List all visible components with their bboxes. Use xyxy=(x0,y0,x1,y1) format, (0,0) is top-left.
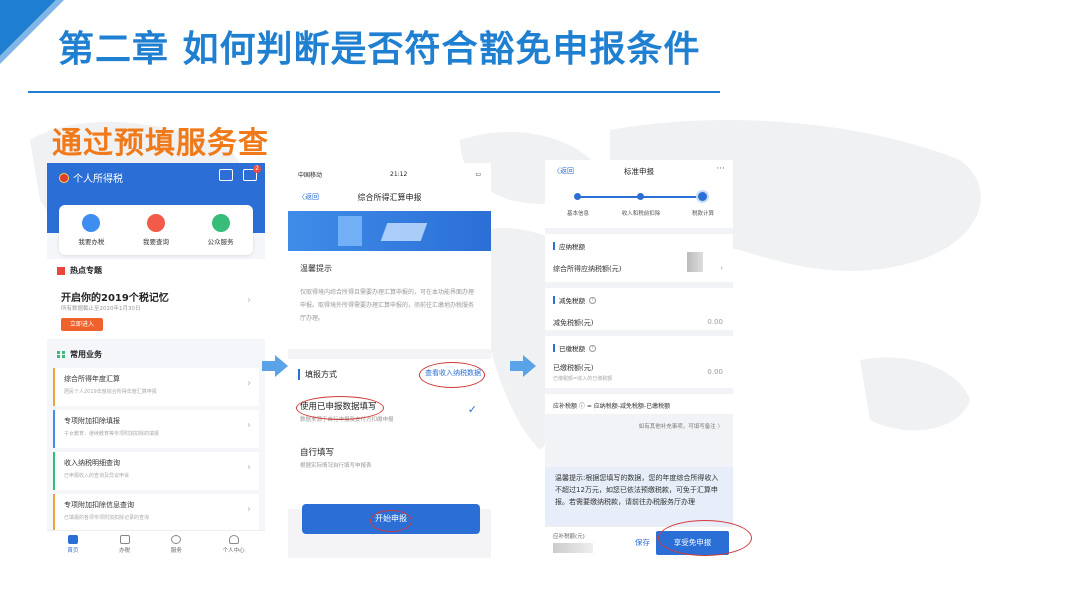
checkmark-icon: ✓ xyxy=(467,403,477,416)
tab-bar: 首页 办税 服务 个人中心 xyxy=(47,530,265,558)
list-item[interactable]: 专项附加扣除信息查询 已填报的各项专项附加扣除记录的查询 › xyxy=(53,494,259,532)
list-item[interactable]: 专项附加扣除填报 子女教育、继续教育等专项附加扣除的填报 › xyxy=(53,410,259,448)
chevron-right-icon: › xyxy=(720,264,723,272)
step-dot-current xyxy=(698,192,707,201)
add-remark-link[interactable]: 如有其他补充事项，可填写备注 〉 xyxy=(545,414,733,438)
nav-bar: 〈返回 标准申报 ··· xyxy=(545,160,733,184)
more-icon[interactable]: ··· xyxy=(716,164,725,174)
nav-bar: 〈返回 综合所得汇算申报 xyxy=(288,185,491,211)
nav-title: 综合所得汇算申报 xyxy=(357,193,422,202)
title-underline xyxy=(28,91,720,93)
help-icon[interactable]: ? xyxy=(589,344,596,352)
chevron-right-icon: › xyxy=(247,420,251,431)
arrow-right-icon xyxy=(262,355,288,377)
help-icon[interactable]: ? xyxy=(589,296,596,304)
tab-tax[interactable]: 办税 xyxy=(119,531,130,558)
tab-profile[interactable]: 个人中心 xyxy=(223,531,245,558)
exemption-tip: 温馨提示:根据您填写的数据，您的年度综合所得收入不超过12万元，如您已依法预缴税… xyxy=(545,467,733,527)
tax-reduction-card: 减免税额? 减免税额(元) 0.00 xyxy=(545,288,733,330)
message-icon[interactable]: 2 xyxy=(243,165,261,181)
save-button[interactable]: 保存 xyxy=(635,537,650,548)
scan-icon[interactable] xyxy=(219,169,233,181)
hot-topic-title: 开启你的2019个税记忆 xyxy=(61,293,169,304)
home-icon xyxy=(67,535,78,544)
list-item[interactable]: 综合所得年度汇算 居民个人2019年度综合所得年度汇算申报 › xyxy=(53,368,259,406)
nav-title: 标准申报 xyxy=(624,167,654,176)
tax-reduction-row[interactable]: 减免税额(元) 0.00 xyxy=(545,305,733,328)
quick-action-query[interactable]: 我要查询 xyxy=(143,214,169,246)
highlight-oval xyxy=(370,510,412,532)
enter-now-button[interactable]: 立即进入 xyxy=(61,318,103,331)
step-dot xyxy=(637,193,644,200)
chevron-right-icon: › xyxy=(247,504,251,515)
highlight-oval xyxy=(658,520,752,556)
shield-icon xyxy=(211,214,230,232)
app-home-screenshot: 个人所得税 2 我要办税 我要查询 公众服务 热点专题 › 开启你的2019个税… xyxy=(47,163,265,558)
tax-payable-card: 应纳税额 综合所得应纳税额(元) › xyxy=(545,234,733,282)
highlight-oval xyxy=(419,362,485,388)
step-label: 税款计算 xyxy=(691,211,715,217)
slide-subtitle: 通过预填服务查 xyxy=(52,126,269,161)
blurred-value xyxy=(553,543,593,553)
message-badge: 2 xyxy=(253,165,261,173)
quick-actions: 我要办税 我要查询 公众服务 xyxy=(59,205,253,255)
option-self-fill[interactable]: 自行填写 xyxy=(300,446,334,458)
search-icon xyxy=(146,214,165,232)
pen-icon xyxy=(82,214,101,232)
blurred-value xyxy=(687,252,703,272)
tax-payable-row[interactable]: 综合所得应纳税额(元) › xyxy=(545,251,733,274)
list-item[interactable]: 收入纳税明细查询 已申报收入的查询及异议申诉 › xyxy=(53,452,259,490)
tab-service[interactable]: 服务 xyxy=(171,531,182,558)
grid-icon xyxy=(57,350,65,359)
app-title: 个人所得税 xyxy=(73,174,123,185)
tax-formula: 应补税额 ⓘ = 应纳税额-减免税额-已缴税额 xyxy=(545,394,733,414)
tax-paid-card: 已缴税额? 已缴税额(元) 0.00 已缴税额=收入的已缴税额 xyxy=(545,336,733,388)
app-title-bar: 个人所得税 xyxy=(59,170,123,185)
hot-section-header: 热点专题 xyxy=(47,259,265,276)
status-bar: 中国移动 21:12 ▭ xyxy=(288,163,491,185)
tax-paid-note: 已缴税额=收入的已缴税额 xyxy=(553,376,613,382)
option-self-fill-desc: 根据实际情况自行填写申报表 xyxy=(300,463,372,469)
annual-filing-screenshot: 中国移动 21:12 ▭ 〈返回 综合所得汇算申报 温馨提示 仅取得境内综合所得… xyxy=(288,163,491,558)
progress-steps: 基本信息 收入和税前扣除 税款计算 xyxy=(545,184,733,228)
common-business-list: 综合所得年度汇算 居民个人2019年度综合所得年度汇算申报 › 专项附加扣除填报… xyxy=(53,368,259,536)
chevron-right-icon: › xyxy=(247,378,251,389)
step-label: 收入和税前扣除 xyxy=(621,211,661,217)
flag-icon xyxy=(57,266,65,275)
chevron-right-icon: › xyxy=(247,462,251,473)
hot-topic-subtitle: 所有数据截止至2020年1月30日 xyxy=(61,306,141,312)
common-section-header: 常用业务 xyxy=(47,345,265,365)
tax-due-label: 应补税额(元) xyxy=(553,534,585,540)
quick-action-public[interactable]: 公众服务 xyxy=(208,214,234,246)
banner-image xyxy=(288,211,491,251)
tips-card: 温馨提示 仅取得境内综合所得且需要办理汇算申报的，可在本功能界面办理申报。取得境… xyxy=(288,251,491,349)
tax-emblem-icon xyxy=(59,172,69,183)
highlight-oval xyxy=(296,396,384,420)
standard-filing-screenshot: 〈返回 标准申报 ··· 基本信息 收入和税前扣除 税款计算 应纳税额 综合所得… xyxy=(545,160,733,558)
user-icon xyxy=(228,535,239,544)
clock: 21:12 xyxy=(390,170,408,178)
step-dot xyxy=(574,193,581,200)
heart-icon xyxy=(171,535,182,544)
chevron-right-icon: › xyxy=(247,295,251,306)
method-title: 填报方式 xyxy=(298,369,337,380)
slide-title: 第二章 如何判断是否符合豁免申报条件 xyxy=(58,29,701,70)
tab-home[interactable]: 首页 xyxy=(67,531,78,558)
tax-paid-row: 已缴税额(元) 0.00 xyxy=(553,364,723,376)
quick-action-tax[interactable]: 我要办税 xyxy=(78,214,104,246)
tips-body: 仅取得境内综合所得且需要办理汇算申报的，可在本功能界面办理申报。取得境外所得需要… xyxy=(300,289,475,322)
tips-title: 温馨提示 xyxy=(300,264,332,273)
step-label: 基本信息 xyxy=(566,211,590,217)
document-icon xyxy=(119,535,130,544)
arrow-right-icon xyxy=(510,355,536,377)
carrier-label: 中国移动 xyxy=(298,171,323,179)
battery-icon: ▭ xyxy=(475,170,481,178)
